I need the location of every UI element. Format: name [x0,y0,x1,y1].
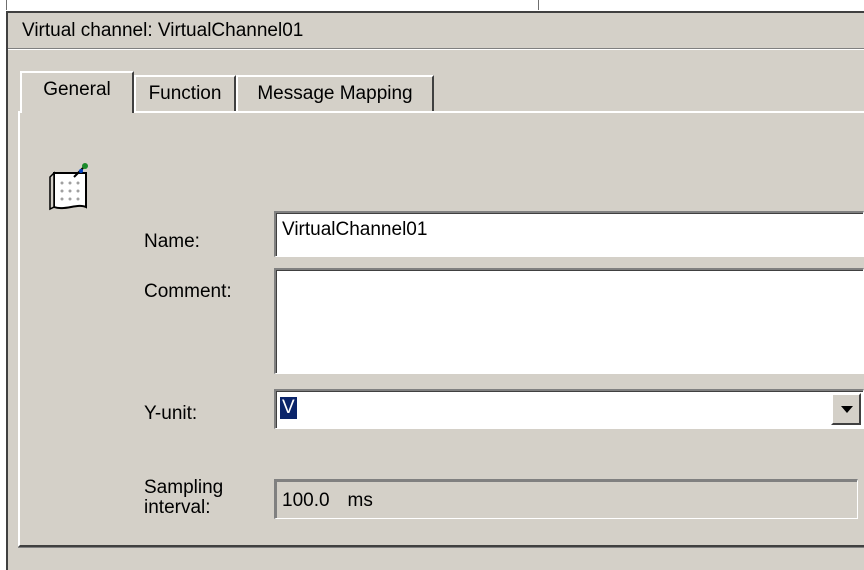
top-strip-divider [538,0,539,10]
tab-function-label: Function [148,83,222,104]
virtual-channel-dialog: Virtual channel: VirtualChannel01 Genera… [6,11,864,570]
title-separator [8,49,864,50]
panel-shadow [18,547,864,548]
top-strip [0,0,864,11]
tab-general[interactable]: General [20,71,134,113]
top-strip-divider [6,0,7,10]
tab-general-label: General [43,79,111,100]
dialog-title-bar: Virtual channel: VirtualChannel01 [8,13,864,49]
tab-function[interactable]: Function [134,75,236,111]
general-tab-panel [18,111,864,547]
tab-message-mapping-label: Message Mapping [257,83,413,104]
dialog-title: Virtual channel: VirtualChannel01 [22,20,304,41]
tab-message-mapping[interactable]: Message Mapping [236,75,434,111]
